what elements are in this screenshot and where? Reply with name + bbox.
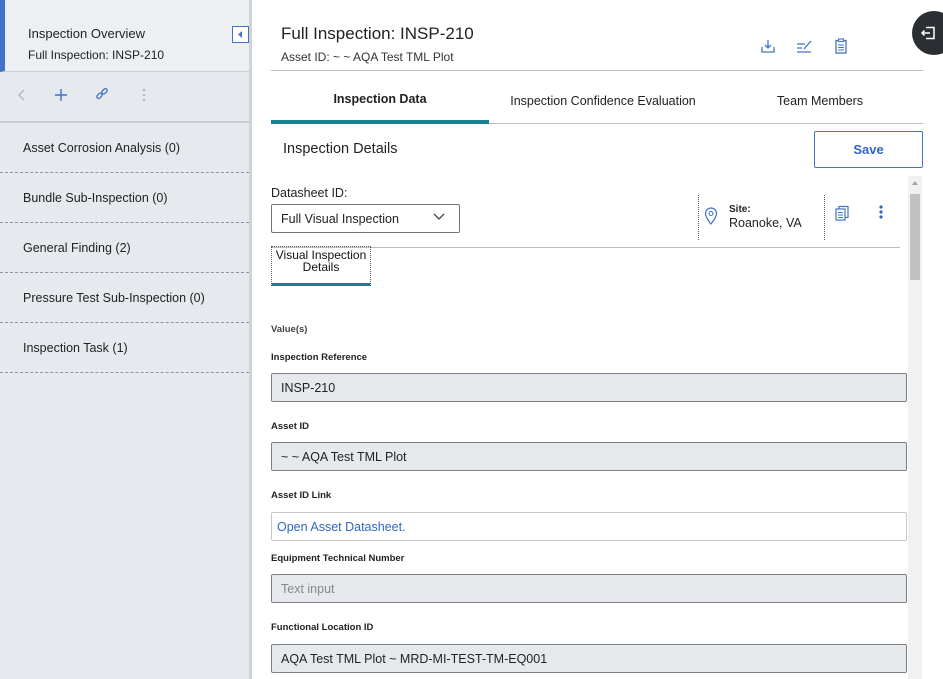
asset-id-value: ~ ~ AQA Test TML Plot	[281, 449, 407, 464]
asset-id-label: Asset ID	[271, 421, 310, 432]
main-panel: Full Inspection: INSP-210 Asset ID: ~ ~ …	[252, 0, 943, 679]
tab-team-members[interactable]: Team Members	[717, 78, 923, 124]
functional-location-id-label: Functional Location ID	[271, 622, 374, 633]
datasheet-select-value: Full Visual Inspection	[281, 211, 399, 226]
tab-inspection-data[interactable]: Inspection Data	[271, 78, 489, 124]
location-pin-icon	[704, 207, 718, 225]
more-vertical-icon[interactable]	[134, 85, 154, 105]
save-button[interactable]: Save	[814, 131, 923, 168]
asset-id-field: ~ ~ AQA Test TML Plot	[271, 442, 907, 471]
header-divider	[271, 70, 923, 71]
site-value: Roanoke, VA	[729, 216, 802, 230]
datasheet-select[interactable]: Full Visual Inspection	[271, 204, 460, 233]
tab-inspection-confidence-evaluation[interactable]: Inspection Confidence Evaluation	[489, 78, 717, 124]
chevron-left-icon	[238, 31, 242, 38]
datasheet-copy-icon[interactable]	[834, 205, 850, 221]
open-asset-datasheet-link[interactable]: Open Asset Datasheet.	[277, 520, 406, 534]
page-title: Full Inspection: INSP-210	[281, 24, 474, 43]
inspection-reference-value: INSP-210	[281, 380, 336, 395]
inspection-reference-field: INSP-210	[271, 373, 907, 402]
section-title: Inspection Details	[283, 141, 398, 157]
more-vertical-icon[interactable]	[879, 205, 883, 219]
divider	[824, 195, 825, 240]
sidebar: Inspection Overview Full Inspection: INS…	[0, 0, 252, 679]
plus-icon[interactable]	[51, 85, 71, 105]
asset-id-link-label: Asset ID Link	[271, 490, 332, 501]
divider	[698, 195, 699, 240]
collapse-sidebar-button[interactable]	[232, 26, 249, 43]
sidebar-item-general-finding[interactable]: General Finding (2)	[0, 223, 249, 273]
side-panel-toggle-button[interactable]	[912, 11, 943, 55]
link-icon[interactable]	[92, 85, 112, 105]
equipment-technical-number-placeholder: Text input	[281, 581, 335, 596]
sidebar-subtitle: Full Inspection: INSP-210	[28, 48, 165, 62]
values-label: Value(s)	[271, 324, 308, 335]
asset-id-link-field[interactable]: Open Asset Datasheet.	[271, 512, 907, 541]
sidebar-header[interactable]: Inspection Overview Full Inspection: INS…	[0, 0, 249, 72]
download-icon[interactable]	[759, 37, 777, 55]
functional-location-id-value: AQA Test TML Plot ~ MRD-MI-TEST-TM-EQ001	[281, 651, 548, 666]
tab-bar: Inspection Data Inspection Confidence Ev…	[271, 78, 923, 124]
equipment-technical-number-field[interactable]: Text input	[271, 574, 907, 603]
exit-panel-icon	[920, 26, 935, 40]
page-subtitle: Asset ID: ~ ~ AQA Test TML Plot	[281, 50, 454, 64]
subtab-visual-inspection-details[interactable]: Visual Inspection Details	[271, 246, 371, 286]
clipboard-icon[interactable]	[832, 37, 850, 55]
datasheet-label: Datasheet ID:	[271, 186, 348, 200]
sidebar-item-pressure-test-sub-inspection[interactable]: Pressure Test Sub-Inspection (0)	[0, 273, 249, 323]
site-label: Site:	[729, 204, 751, 215]
edit-lines-icon[interactable]	[795, 37, 813, 55]
scrollbar-thumb[interactable]	[910, 194, 920, 280]
back-icon[interactable]	[12, 85, 32, 105]
sidebar-title: Inspection Overview	[28, 26, 146, 41]
scroll-up-arrow-icon[interactable]	[908, 176, 922, 190]
sidebar-list: Asset Corrosion Analysis (0) Bundle Sub-…	[0, 123, 249, 373]
details-scrollbar[interactable]	[908, 176, 922, 679]
inspection-reference-label: Inspection Reference	[271, 352, 368, 363]
chevron-down-icon	[433, 213, 445, 220]
sidebar-toolbar	[0, 73, 249, 123]
sidebar-item-bundle-sub-inspection[interactable]: Bundle Sub-Inspection (0)	[0, 173, 249, 223]
sidebar-item-asset-corrosion-analysis[interactable]: Asset Corrosion Analysis (0)	[0, 123, 249, 173]
sidebar-item-inspection-task[interactable]: Inspection Task (1)	[0, 323, 249, 373]
equipment-technical-number-label: Equipment Technical Number	[271, 553, 405, 564]
functional-location-id-field: AQA Test TML Plot ~ MRD-MI-TEST-TM-EQ001	[271, 644, 907, 673]
